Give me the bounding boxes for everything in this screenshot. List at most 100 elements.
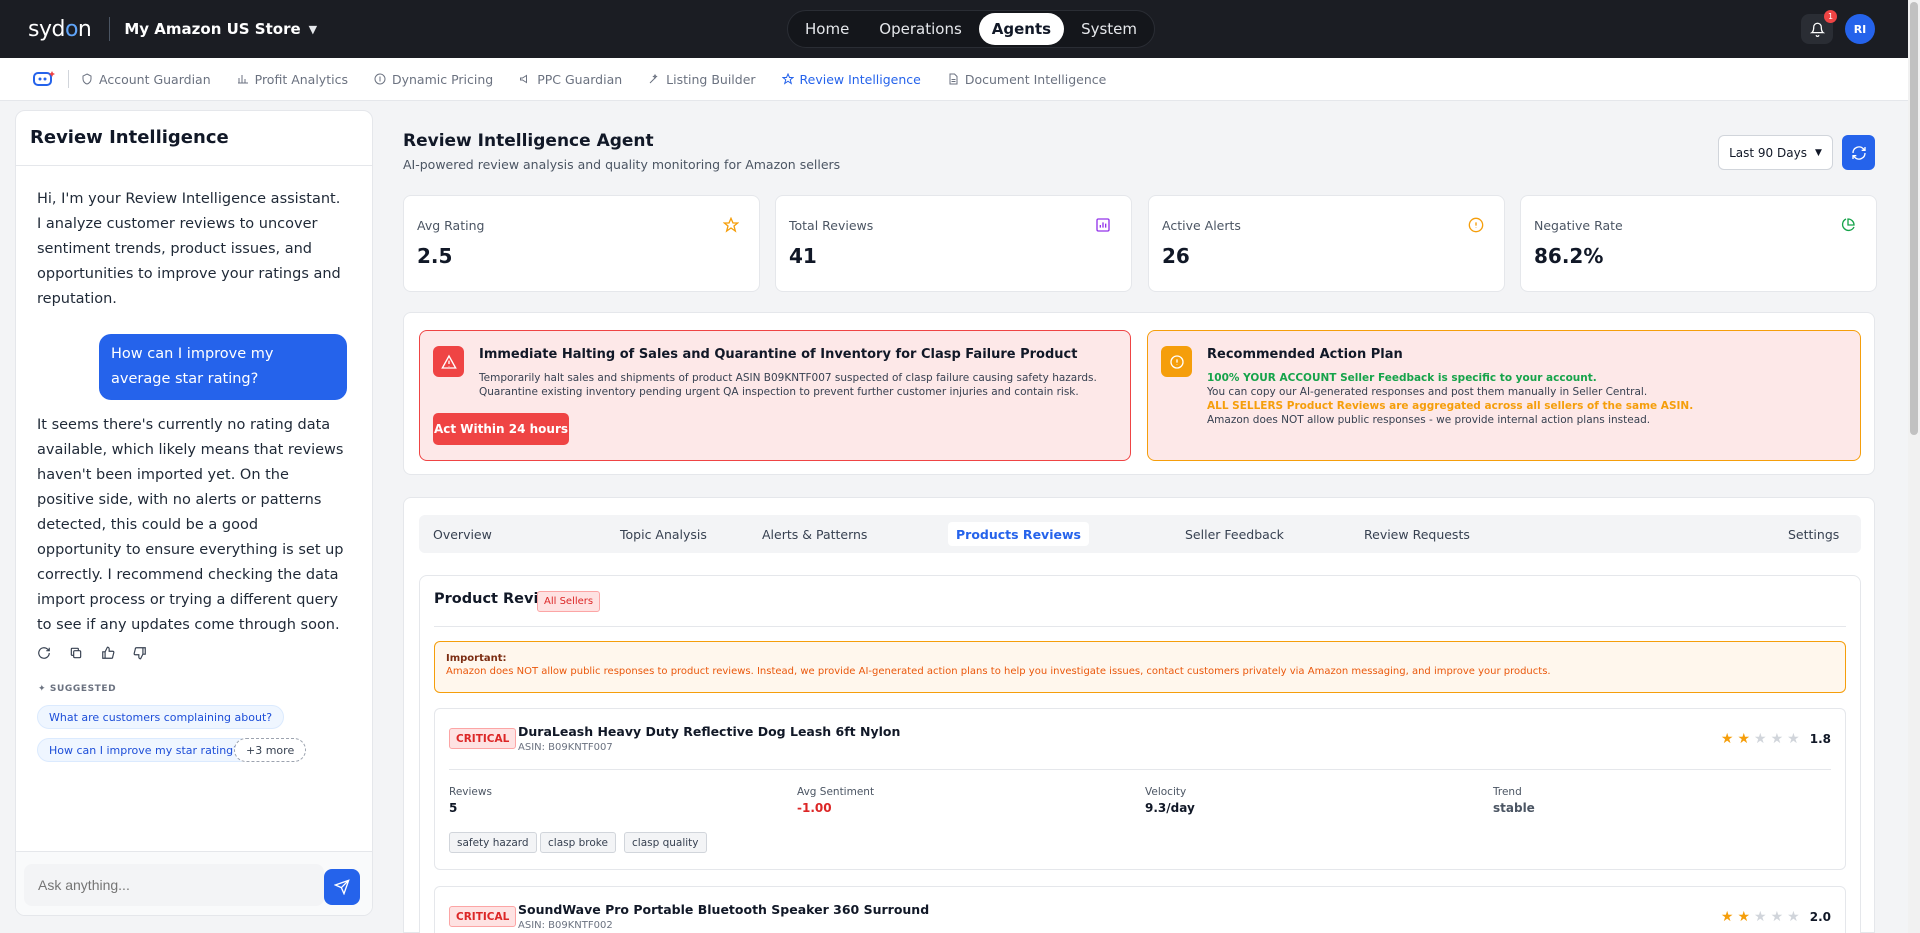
tab-topic-analysis[interactable]: Topic Analysis [612, 522, 715, 546]
stat-label: Active Alerts [1162, 218, 1241, 233]
tab-settings[interactable]: Settings [1780, 522, 1847, 546]
info-icon [1161, 346, 1192, 377]
subnav-label: Document Intelligence [964, 71, 1107, 87]
topic-tag[interactable]: clasp broke [540, 832, 616, 853]
stat-value: 86.2% [1534, 244, 1604, 268]
nav-operations[interactable]: Operations [866, 13, 974, 45]
product-name: SoundWave Pro Portable Bluetooth Speaker… [518, 902, 930, 917]
stat-label: Avg Rating [417, 218, 485, 233]
subnav-label: Profit Analytics [254, 71, 348, 87]
sydon-logo[interactable]: sydon [28, 17, 92, 42]
star-icon: ★ [1754, 731, 1767, 747]
document-icon [949, 73, 958, 85]
subnav-profit-analytics[interactable]: Profit Analytics [237, 72, 348, 87]
subnav-label: Account Guardian [99, 71, 211, 87]
page-title: Review Intelligence Agent [403, 131, 654, 151]
nav-system[interactable]: System [1068, 13, 1150, 45]
stat-label: Total Reviews [789, 218, 874, 233]
tab-review-requests[interactable]: Review Requests [1356, 522, 1478, 546]
product-card[interactable]: CRITICAL SoundWave Pro Portable Bluetoot… [434, 886, 1846, 933]
store-selector[interactable]: My Amazon US Store ▼ [124, 20, 317, 38]
pie-chart-icon [1841, 218, 1855, 232]
subnav-document-intelligence[interactable]: Document Intelligence [947, 72, 1106, 87]
subnav-ppc-guardian[interactable]: PPC Guardian [519, 72, 622, 87]
subnav-account-guardian[interactable]: Account Guardian [81, 72, 211, 87]
stat-label: Negative Rate [1534, 218, 1623, 233]
main-nav: Home Operations Agents System [787, 10, 1155, 48]
important-notice: Important: Amazon does NOT allow public … [434, 641, 1846, 693]
star-rating: ★ ★ ★ ★ ★ 2.0 [1721, 909, 1831, 925]
info-icon [1468, 217, 1484, 233]
action-plan-title: Recommended Action Plan [1207, 347, 1403, 362]
product-asin: ASIN: B09KNTF002 [518, 920, 613, 931]
suggestion-chip[interactable]: What are customers complaining about? [37, 705, 285, 729]
tab-alerts-patterns[interactable]: Alerts & Patterns [754, 522, 875, 546]
product-asin: ASIN: B09KNTF007 [518, 742, 613, 753]
metric-velocity: Velocity 9.3/day [1145, 786, 1195, 815]
rating-value: 2.0 [1809, 910, 1831, 924]
suggestion-chip[interactable]: How can I improve my star rating? [37, 738, 251, 762]
notification-badge: 1 [1824, 10, 1837, 23]
action-plan-description: 100% YOUR ACCOUNT Seller Feedback is spe… [1207, 372, 1694, 426]
topic-tag[interactable]: safety hazard [449, 832, 537, 853]
divider [449, 769, 1831, 770]
chat-title: Review Intelligence [30, 127, 229, 148]
subnav-label: PPC Guardian [537, 71, 623, 87]
tab-seller-feedback[interactable]: Seller Feedback [1177, 522, 1292, 546]
subnav-listing-builder[interactable]: Listing Builder [648, 72, 756, 87]
product-name: DuraLeash Heavy Duty Reflective Dog Leas… [518, 724, 901, 739]
product-card[interactable]: CRITICAL DuraLeash Heavy Duty Reflective… [434, 708, 1846, 870]
scrollbar-thumb[interactable] [1910, 2, 1918, 435]
important-label: Important: [446, 653, 507, 664]
send-button[interactable] [324, 869, 360, 905]
megaphone-icon [520, 74, 528, 84]
nav-home[interactable]: Home [792, 13, 862, 45]
bar-chart-icon [237, 75, 248, 84]
store-divider [109, 17, 111, 41]
thumbs-down-icon[interactable] [132, 645, 148, 661]
star-icon: ★ [1720, 909, 1734, 925]
metric-trend: Trend stable [1493, 786, 1535, 815]
message-actions [36, 645, 148, 661]
refresh-button[interactable] [1842, 135, 1875, 170]
rating-value: 1.8 [1809, 732, 1831, 746]
star-rating: ★ ★ ★ ★ ★ 1.8 [1721, 731, 1831, 747]
subnav-dynamic-pricing[interactable]: Dynamic Pricing [374, 72, 493, 87]
thumbs-up-icon[interactable] [100, 645, 116, 661]
copy-icon[interactable] [68, 645, 84, 661]
action-plan-card: Recommended Action Plan 100% YOUR ACCOUN… [1147, 330, 1861, 461]
star-icon [781, 73, 794, 85]
stat-card-active-alerts: Active Alerts 26 [1148, 195, 1505, 292]
chevron-down-icon: ▼ [1814, 147, 1822, 158]
chat-input[interactable] [24, 864, 324, 906]
suggested-label: ✦ SUGGESTED [38, 684, 117, 694]
more-suggestions-button[interactable]: +3 more [234, 738, 307, 762]
agents-home-icon[interactable] [32, 69, 56, 89]
stat-value: 41 [789, 244, 817, 268]
act-within-24h-button[interactable]: Act Within 24 hours [433, 413, 569, 445]
stat-card-negative-rate: Negative Rate 86.2% [1520, 195, 1877, 292]
subnav-review-intelligence[interactable]: Review Intelligence [781, 72, 921, 87]
tab-products-reviews[interactable]: Products Reviews [948, 522, 1089, 546]
alert-description: Temporarily halt sales and shipments of … [479, 372, 1097, 398]
star-icon: ★ [1787, 731, 1800, 747]
star-icon: ★ [1754, 909, 1767, 925]
store-name: My Amazon US Store [124, 20, 301, 38]
tab-overview[interactable]: Overview [425, 522, 500, 546]
assistant-intro-message: Hi, I'm your Review Intelligence assista… [37, 191, 341, 307]
chat-input-area [16, 851, 372, 915]
date-range-select[interactable]: Last 90 Days ▼ [1718, 135, 1833, 170]
topic-tag[interactable]: clasp quality [624, 832, 707, 853]
severity-badge: CRITICAL [449, 728, 517, 749]
star-icon: ★ [1770, 731, 1784, 747]
product-reviews-panel: Product Reviews All Sellers Important: A… [419, 575, 1861, 933]
agent-subnav: Account Guardian Profit Analytics Dynami… [0, 58, 1908, 101]
nav-agents[interactable]: Agents [978, 13, 1065, 45]
regenerate-icon[interactable] [36, 645, 52, 661]
wand-icon [649, 73, 658, 84]
avatar[interactable]: RI [1845, 14, 1875, 44]
dollar-circle-icon [374, 73, 386, 85]
tabs-section: Overview Topic Analysis Alerts & Pattern… [403, 497, 1875, 933]
critical-alert-card: Immediate Halting of Sales and Quarantin… [419, 330, 1131, 461]
alert-title: Immediate Halting of Sales and Quarantin… [479, 347, 1078, 362]
